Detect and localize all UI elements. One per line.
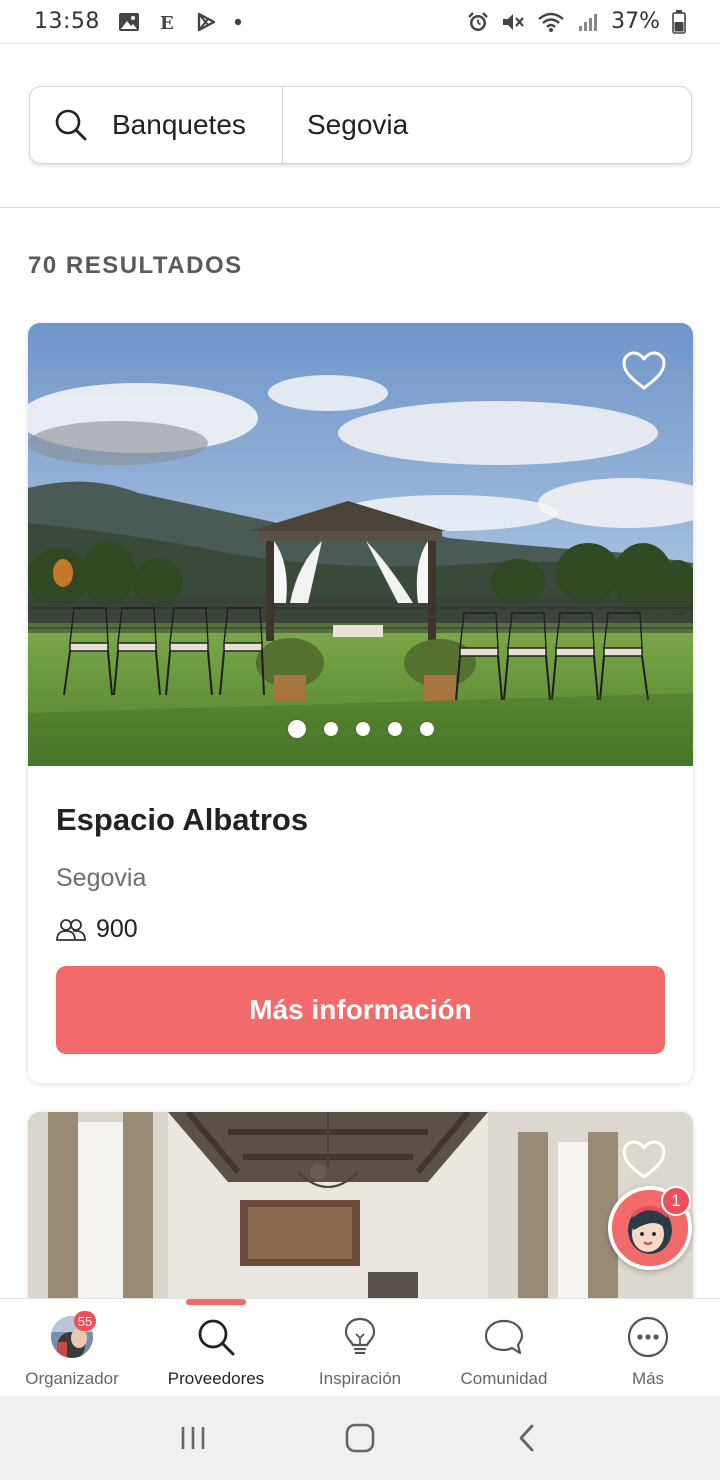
home-icon bbox=[345, 1423, 375, 1453]
assistant-badge: 1 bbox=[661, 1186, 691, 1216]
signal-icon bbox=[577, 12, 599, 32]
favorite-heart-icon[interactable] bbox=[622, 351, 666, 391]
organizador-badge: 55 bbox=[74, 1311, 96, 1331]
search-icon bbox=[54, 108, 88, 142]
nav-mas[interactable]: Más bbox=[576, 1299, 720, 1396]
nav-proveedores[interactable]: Proveedores bbox=[144, 1299, 288, 1396]
nav-label: Comunidad bbox=[460, 1369, 548, 1388]
play-store-icon bbox=[196, 12, 216, 32]
wifi-icon bbox=[537, 11, 565, 33]
nav-label: Más bbox=[631, 1369, 665, 1388]
alarm-icon bbox=[467, 11, 489, 33]
mute-icon bbox=[501, 11, 525, 33]
category-search-field[interactable]: Banquetes bbox=[30, 87, 283, 163]
carousel-indicator bbox=[28, 720, 693, 738]
battery-percent: 37% bbox=[611, 9, 660, 34]
carousel-dot[interactable] bbox=[355, 722, 370, 736]
recent-apps-button[interactable] bbox=[163, 1413, 223, 1463]
more-icon bbox=[626, 1315, 670, 1359]
notification-dot-icon bbox=[234, 18, 242, 26]
venue-location: Segovia bbox=[56, 864, 147, 892]
more-info-button[interactable]: Más información bbox=[56, 966, 665, 1054]
nav-organizador[interactable]: 55 Organizador bbox=[0, 1299, 144, 1396]
carousel-dot[interactable] bbox=[323, 722, 338, 736]
status-right: 37% bbox=[467, 9, 686, 34]
favorite-heart-icon[interactable] bbox=[622, 1140, 666, 1180]
nav-comunidad[interactable]: Comunidad bbox=[432, 1299, 576, 1396]
venue-photo bbox=[28, 323, 693, 766]
carousel-dot[interactable] bbox=[419, 722, 434, 736]
venue-photo bbox=[28, 1112, 693, 1312]
battery-icon bbox=[672, 9, 686, 34]
chat-bubble-icon bbox=[482, 1315, 526, 1359]
carousel-dot[interactable] bbox=[387, 722, 402, 736]
guests-icon bbox=[56, 918, 86, 941]
lightbulb-icon bbox=[338, 1315, 382, 1359]
nav-label: Organizador bbox=[25, 1369, 119, 1388]
back-chevron-icon bbox=[519, 1424, 534, 1452]
newspaper-icon: E bbox=[158, 12, 178, 32]
bottom-navigation: 55 Organizador Proveedores Inspiración C… bbox=[0, 1298, 720, 1396]
capacity-value: 900 bbox=[96, 915, 138, 943]
search-header: Banquetes Segovia bbox=[0, 44, 720, 208]
location-value: Segovia bbox=[307, 109, 409, 140]
status-time: 13:58 bbox=[34, 9, 100, 34]
nav-label: Inspiración bbox=[318, 1369, 402, 1388]
search-box: Banquetes Segovia bbox=[29, 86, 692, 164]
venue-name[interactable]: Espacio Albatros bbox=[56, 802, 665, 838]
back-button[interactable] bbox=[497, 1413, 557, 1463]
venue-photo-carousel[interactable] bbox=[28, 323, 693, 766]
venue-card[interactable]: Espacio Albatros Segovia 900 Más informa… bbox=[28, 323, 693, 1083]
venue-card[interactable] bbox=[28, 1112, 693, 1312]
status-left: 13:58 E bbox=[34, 9, 242, 34]
home-button[interactable] bbox=[330, 1413, 390, 1463]
status-bar: 13:58 E 37% bbox=[0, 0, 720, 44]
nav-label: Proveedores bbox=[167, 1369, 265, 1388]
category-value: Banquetes bbox=[112, 109, 246, 140]
recent-apps-icon bbox=[182, 1427, 205, 1449]
search-icon bbox=[194, 1315, 238, 1359]
active-tab-indicator bbox=[186, 1299, 246, 1305]
system-navigation-bar bbox=[0, 1396, 720, 1480]
svg-text:E: E bbox=[160, 13, 174, 32]
location-search-field[interactable]: Segovia bbox=[283, 87, 691, 163]
gallery-icon bbox=[118, 12, 140, 32]
carousel-dot-active[interactable] bbox=[287, 720, 306, 738]
venue-photo-carousel[interactable] bbox=[28, 1112, 693, 1312]
results-count: 70 RESULTADOS bbox=[28, 252, 243, 279]
venue-capacity: 900 bbox=[56, 915, 665, 944]
nav-inspiracion[interactable]: Inspiración bbox=[288, 1299, 432, 1396]
venue-card-body: Espacio Albatros Segovia 900 Más informa… bbox=[28, 802, 693, 1054]
